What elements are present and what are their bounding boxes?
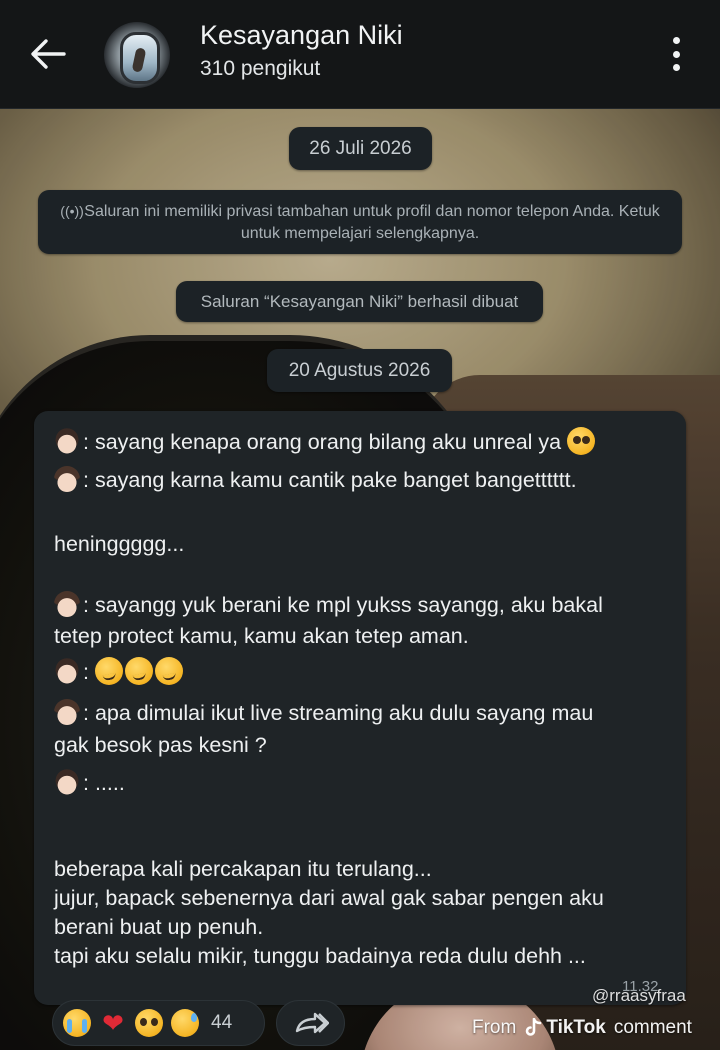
channel-header: Kesayangan Niki 310 pengikut	[0, 0, 720, 109]
message-line: : apa dimulai ikut live streaming aku du…	[54, 699, 593, 726]
smirking-face-icon	[154, 657, 183, 685]
menu-dot	[672, 64, 680, 71]
follower-count[interactable]: 310 pengikut	[200, 57, 320, 81]
privacy-notice[interactable]: ((•))Saluran ini memiliki privasi tambah…	[38, 190, 682, 254]
message-text: : .....	[83, 771, 125, 795]
message-text: : sayang karna kamu cantik pake banget b…	[83, 468, 577, 492]
tiktok-logo-icon	[524, 1018, 542, 1038]
broadcast-icon: ((•))	[60, 203, 84, 219]
watermark-username: @rraasyfraa	[592, 986, 686, 1005]
woman-face-icon	[54, 658, 80, 684]
crying-face-icon	[63, 1009, 91, 1037]
message-line: : sayangg yuk berani ke mpl yukss sayang…	[54, 591, 603, 618]
date-separator: 20 Agustus 2026	[267, 349, 452, 392]
sad-face-icon	[171, 1009, 199, 1037]
smirking-face-icon	[94, 657, 123, 685]
message-line: jujur, bapack sebenernya dari awal gak s…	[54, 886, 604, 910]
back-button[interactable]	[22, 30, 74, 78]
message-line: tapi aku selalu mikir, tunggu badainya r…	[54, 944, 586, 968]
message-line: tetep protect kamu, kamu akan tetep aman…	[54, 624, 469, 648]
watermark-suffix: comment	[613, 1017, 692, 1038]
privacy-text: Saluran ini memiliki privasi tambahan un…	[84, 203, 660, 242]
arrow-left-icon	[31, 39, 66, 69]
message-text: : apa dimulai ikut live streaming aku du…	[83, 701, 594, 725]
watermark-brand: TikTok	[546, 1017, 606, 1038]
message-line: beberapa kali percakapan itu terulang...	[54, 857, 432, 881]
man-face-icon	[54, 591, 80, 617]
man-face-icon	[54, 466, 80, 492]
heart-icon: ❤	[102, 1008, 124, 1038]
forward-icon	[295, 1012, 329, 1034]
channel-created-notice: Saluran “Kesayangan Niki” berhasil dibua…	[176, 281, 543, 322]
message-text: : sayangg yuk berani ke mpl yukss sayang…	[83, 593, 603, 617]
message-line: :	[54, 657, 185, 685]
channel-avatar[interactable]	[104, 22, 170, 88]
message-text: :	[83, 660, 89, 684]
date-separator: 26 Juli 2026	[289, 127, 432, 170]
reactions-bar[interactable]: ❤ 44	[52, 1000, 265, 1046]
message-line: : sayang karna kamu cantik pake banget b…	[54, 466, 577, 493]
message-line: : .....	[54, 769, 125, 796]
message-line: gak besok pas kesni ?	[54, 733, 267, 757]
channel-title[interactable]: Kesayangan Niki	[200, 20, 403, 51]
message-text: : sayang kenapa orang orang bilang aku u…	[83, 430, 562, 454]
woman-face-icon	[54, 428, 80, 454]
message-bubble[interactable]: : sayang kenapa orang orang bilang aku u…	[34, 411, 686, 1005]
menu-dot	[672, 50, 680, 58]
reaction-count: 44	[211, 1012, 233, 1033]
tiktok-watermark: From TikTok comment	[472, 1017, 692, 1039]
more-options-button[interactable]	[660, 34, 692, 74]
message-line: : sayang kenapa orang orang bilang aku u…	[54, 427, 596, 455]
message-line: heninggggg...	[54, 532, 185, 556]
pleading-face-icon	[567, 427, 596, 455]
more-vertical-icon	[672, 37, 680, 44]
message-line: berani buat up penuh.	[54, 915, 264, 939]
woman-face-icon	[54, 769, 80, 795]
man-face-icon	[54, 699, 80, 725]
forward-button[interactable]	[276, 1000, 345, 1046]
pleading-face-icon	[135, 1009, 163, 1037]
smirking-face-icon	[124, 657, 153, 685]
watermark-from: From	[472, 1017, 517, 1038]
